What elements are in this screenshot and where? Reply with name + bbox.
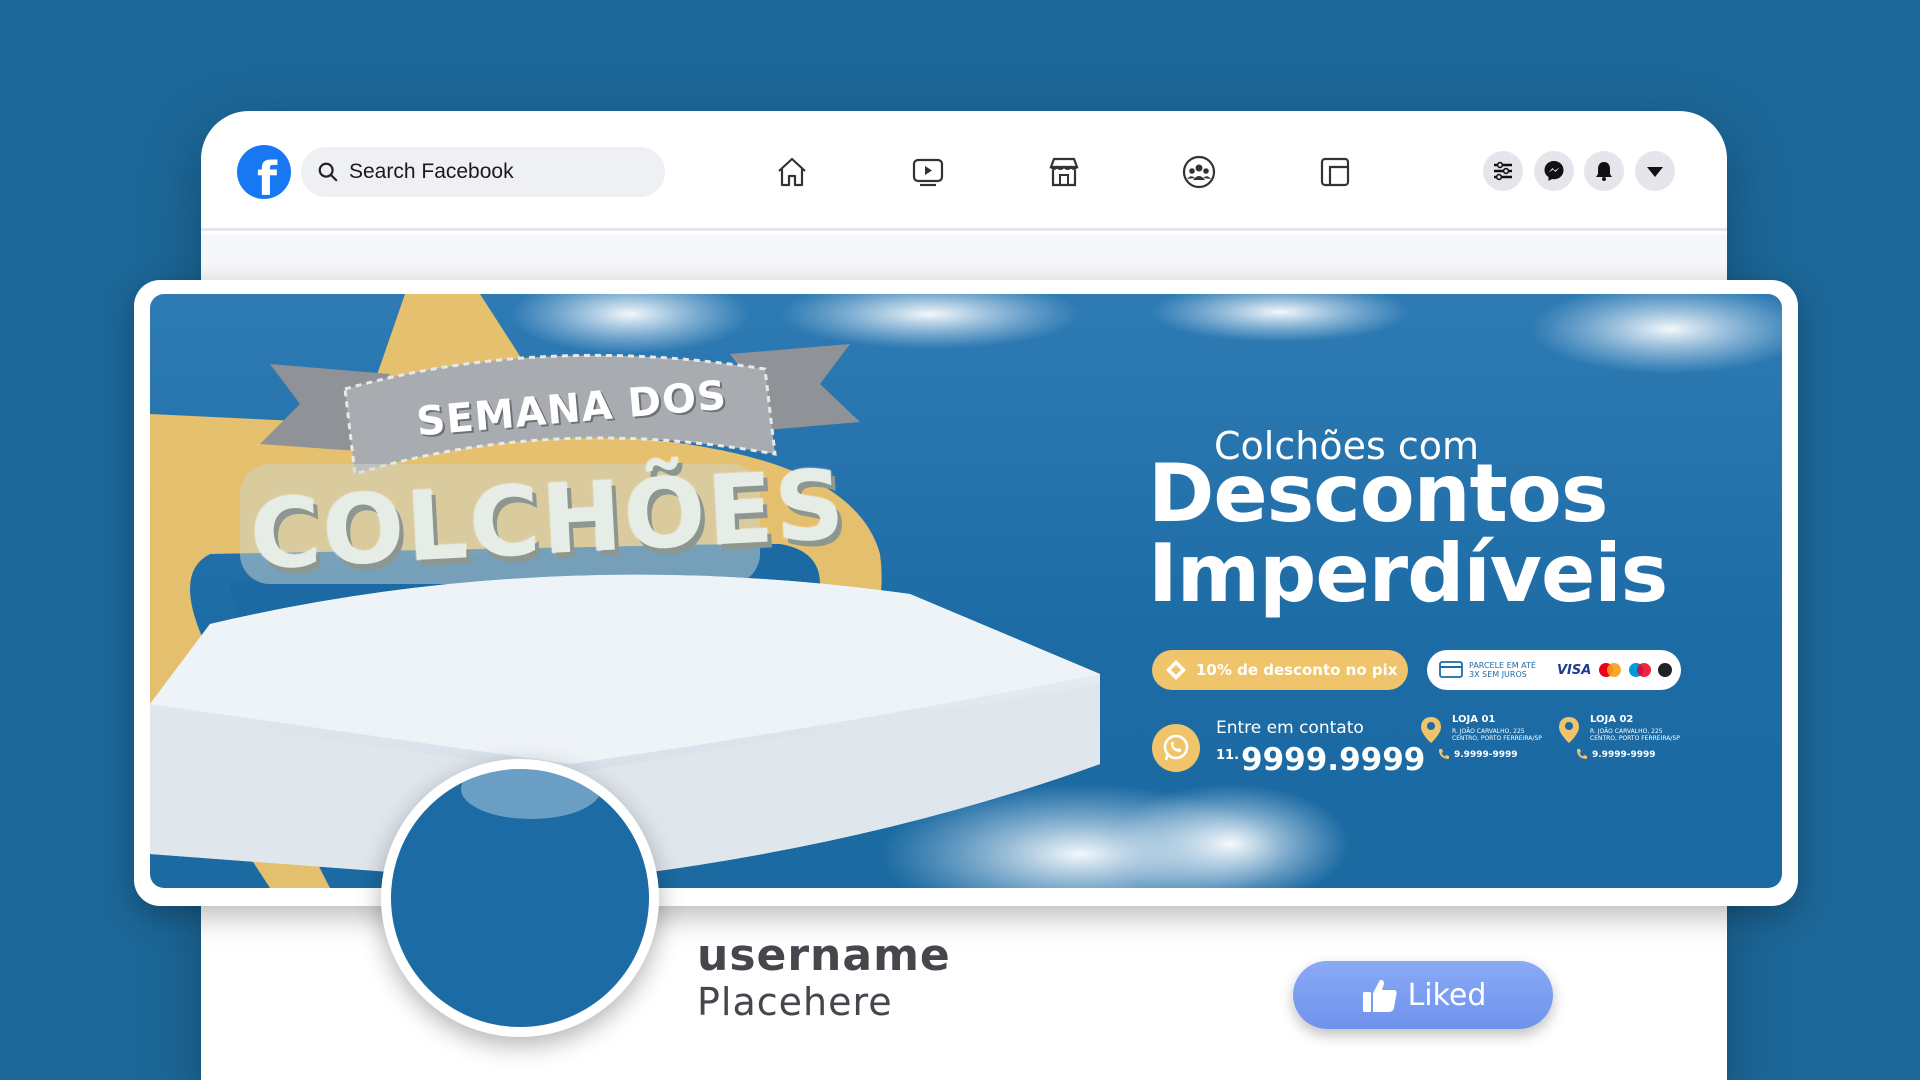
messenger-icon[interactable] <box>1534 151 1574 191</box>
phone-icon <box>1439 749 1449 759</box>
profile-username[interactable]: username <box>697 930 951 981</box>
profile-avatar[interactable] <box>381 759 659 1037</box>
watch-icon[interactable] <box>907 151 949 193</box>
facebook-top-bar: f <box>201 111 1727 231</box>
profile-subtitle: Placehere <box>697 980 893 1024</box>
account-dropdown-icon[interactable] <box>1635 151 1675 191</box>
store-name: LOJA 02 <box>1590 714 1634 725</box>
home-icon[interactable] <box>771 151 813 193</box>
liked-button-label: Liked <box>1407 977 1487 1013</box>
location-pin-icon <box>1559 717 1579 743</box>
contact-ddd: 11. <box>1216 748 1240 763</box>
store-address: R. JOÃO CARVALHO, 225 CENTRO, PORTO FERR… <box>1590 728 1680 742</box>
groups-icon[interactable] <box>1178 151 1220 193</box>
cloud <box>1150 294 1410 342</box>
pix-discount-badge: 10% de desconto no pix <box>1152 650 1408 690</box>
search-icon <box>318 162 338 182</box>
whatsapp-icon <box>1152 724 1200 772</box>
notifications-icon[interactable] <box>1584 151 1624 191</box>
location-pin-icon <box>1421 717 1441 743</box>
contact-label: Entre em contato <box>1216 718 1364 738</box>
menu-icon[interactable] <box>1483 151 1523 191</box>
headline-line-2: Imperdíveis <box>1148 527 1668 620</box>
search-input[interactable] <box>349 160 629 184</box>
headline-line-1: Descontos <box>1148 447 1608 540</box>
profile-sub-bar <box>201 235 1727 285</box>
facebook-logo[interactable]: f <box>237 145 291 199</box>
payment-badge: PARCELE EM ATÉ 3X SEM JUROS VISA <box>1427 650 1681 690</box>
marketplace-icon[interactable] <box>1043 151 1085 193</box>
store-phone: 9.9999-9999 <box>1454 750 1518 760</box>
credit-card-icon <box>1439 661 1463 678</box>
thumbs-up-icon <box>1362 979 1397 1012</box>
cloud <box>780 294 1080 349</box>
store-phone: 9.9999-9999 <box>1592 750 1656 760</box>
search-box[interactable] <box>301 147 665 197</box>
liked-button[interactable]: Liked <box>1293 961 1553 1029</box>
installments-text: PARCELE EM ATÉ 3X SEM JUROS <box>1469 661 1536 679</box>
headline-big: Descontos Imperdíveis <box>1148 447 1668 620</box>
avatar-cloud <box>461 769 601 819</box>
cloud <box>510 294 750 354</box>
gaming-icon[interactable] <box>1314 151 1356 193</box>
cover-photo[interactable]: SEMANA DOS COLCHÕES Colchões com Descont… <box>150 294 1782 888</box>
maestro-icon <box>1629 663 1652 677</box>
store-name: LOJA 01 <box>1452 714 1496 725</box>
cloud <box>1530 294 1782 374</box>
contact-number: 9999.9999 <box>1241 742 1426 778</box>
visa-logo: VISA <box>1557 662 1592 678</box>
pix-icon <box>1166 660 1186 680</box>
store-address: R. JOÃO CARVALHO, 225 CENTRO, PORTO FERR… <box>1452 728 1542 742</box>
phone-icon <box>1577 749 1587 759</box>
contact-phone: 11.9999.9999 <box>1216 742 1425 778</box>
pix-discount-text: 10% de desconto no pix <box>1196 661 1398 679</box>
mastercard-icon <box>1599 663 1622 677</box>
elo-icon <box>1658 663 1673 677</box>
